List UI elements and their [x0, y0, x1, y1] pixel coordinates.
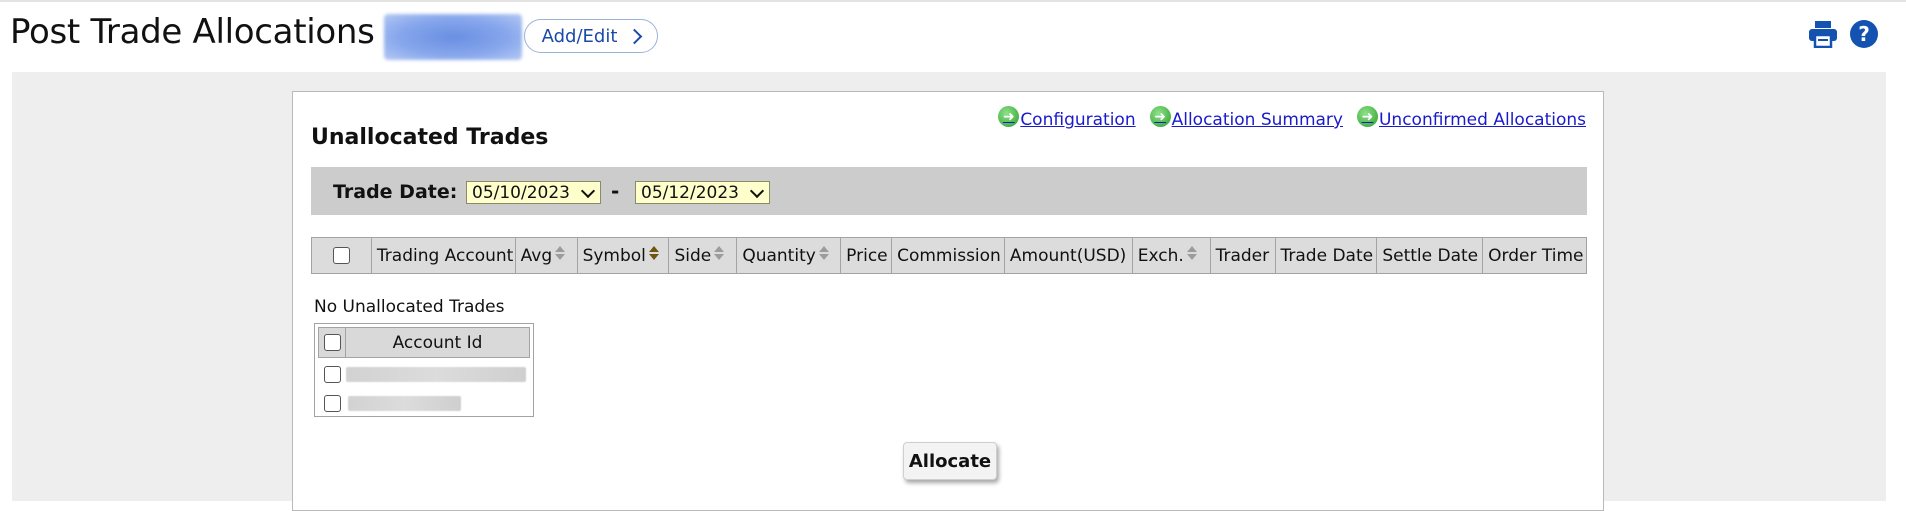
- column-label: Price: [846, 245, 888, 266]
- unconfirmed-allocations-link-label: Unconfirmed Allocations: [1378, 110, 1586, 130]
- unconfirmed-allocations-link[interactable]: ➜ Unconfirmed Allocations: [1356, 106, 1586, 130]
- column-label: Quantity: [742, 245, 816, 266]
- account-row-checkbox[interactable]: [323, 394, 341, 412]
- sort-icon: [1186, 245, 1198, 261]
- panel-links: ➜ Configuration ➜ Allocation Summary ➜ U…: [998, 106, 1586, 130]
- trade-date-to-select[interactable]: 05/12/2023: [635, 181, 770, 204]
- help-icon[interactable]: ?: [1850, 20, 1878, 48]
- column-label: Amount(USD): [1009, 245, 1127, 266]
- column-header-trader[interactable]: Trader: [1210, 238, 1276, 273]
- add-edit-button[interactable]: Add/Edit: [524, 19, 658, 53]
- account-table-header: Account Id: [318, 327, 530, 358]
- column-header-order-time[interactable]: Order Time: [1483, 238, 1587, 273]
- trade-date-from-value: 05/10/2023: [472, 182, 570, 203]
- column-label: Trade Date: [1280, 245, 1374, 266]
- chevron-down-icon: [580, 183, 596, 199]
- chevron-right-icon: [627, 28, 643, 44]
- account-table: Account Id: [314, 323, 534, 417]
- column-label: Symbol: [582, 245, 646, 266]
- column-label: Exch.: [1137, 245, 1184, 266]
- green-arrow-icon: ➜: [998, 106, 1020, 127]
- column-header-side[interactable]: Side: [669, 238, 738, 273]
- add-edit-label: Add/Edit: [541, 25, 618, 47]
- date-separator: -: [611, 179, 620, 203]
- trades-grid-header: Trading Account Avg Symbol Side Quantity…: [311, 237, 1587, 274]
- empty-message: No Unallocated Trades: [314, 297, 505, 317]
- sort-icon: [554, 245, 566, 261]
- select-all-column: [312, 238, 372, 273]
- column-header-trading-account[interactable]: Trading Account: [371, 238, 516, 273]
- column-label: Trading Account: [376, 245, 514, 266]
- column-header-commission[interactable]: Commission: [892, 238, 1005, 273]
- column-label: Trader: [1215, 245, 1270, 266]
- print-icon[interactable]: [1808, 20, 1838, 48]
- column-header-quantity[interactable]: Quantity: [737, 238, 842, 273]
- sort-icon: [818, 245, 830, 261]
- account-select-all-cell: [318, 327, 346, 358]
- page-title: Post Trade Allocations: [10, 12, 375, 52]
- green-arrow-icon: ➜: [1356, 106, 1378, 127]
- trade-date-from-select[interactable]: 05/10/2023: [466, 181, 601, 204]
- column-header-price[interactable]: Price: [841, 238, 893, 273]
- chevron-down-icon: [749, 183, 765, 199]
- green-arrow-icon: ➜: [1149, 106, 1171, 127]
- help-glyph: ?: [1858, 22, 1870, 46]
- column-header-exch[interactable]: Exch.: [1132, 238, 1211, 273]
- redacted-account-id: [346, 366, 526, 382]
- redacted-account-id: [348, 395, 461, 411]
- account-select-all-checkbox[interactable]: [323, 334, 341, 351]
- column-label: Order Time: [1488, 245, 1584, 266]
- trade-date-label: Trade Date:: [333, 181, 458, 203]
- column-header-trade-date[interactable]: Trade Date: [1275, 238, 1378, 273]
- top-border: [0, 0, 1906, 2]
- column-label: Settle Date: [1382, 245, 1479, 266]
- column-header-amount-usd[interactable]: Amount(USD): [1004, 238, 1133, 273]
- configuration-link-label: Configuration: [1020, 110, 1136, 130]
- select-all-checkbox[interactable]: [332, 247, 350, 264]
- account-row-checkbox[interactable]: [323, 365, 341, 383]
- redacted-account-selector[interactable]: [384, 14, 522, 60]
- column-header-settle-date[interactable]: Settle Date: [1377, 238, 1484, 273]
- account-id-header: Account Id: [346, 327, 530, 358]
- allocation-summary-link[interactable]: ➜ Allocation Summary: [1149, 106, 1343, 130]
- trade-date-filter-bar: Trade Date: 05/10/2023 - 05/12/2023: [311, 167, 1587, 215]
- allocation-summary-link-label: Allocation Summary: [1171, 110, 1343, 130]
- column-header-symbol[interactable]: Symbol: [577, 238, 670, 273]
- configuration-link[interactable]: ➜ Configuration: [998, 106, 1136, 130]
- sort-active-icon: [648, 245, 660, 261]
- column-header-avg[interactable]: Avg: [515, 238, 578, 273]
- section-title: Unallocated Trades: [311, 125, 549, 150]
- trade-date-to-value: 05/12/2023: [641, 182, 739, 203]
- allocate-button[interactable]: Allocate: [903, 442, 997, 480]
- column-label: Side: [674, 245, 712, 266]
- column-label: Avg: [520, 245, 553, 266]
- allocation-panel: Unallocated Trades ➜ Configuration ➜ All…: [292, 91, 1604, 511]
- account-row: [318, 362, 530, 386]
- account-row: [318, 391, 530, 415]
- column-label: Commission: [897, 245, 1001, 266]
- sort-icon: [713, 245, 725, 261]
